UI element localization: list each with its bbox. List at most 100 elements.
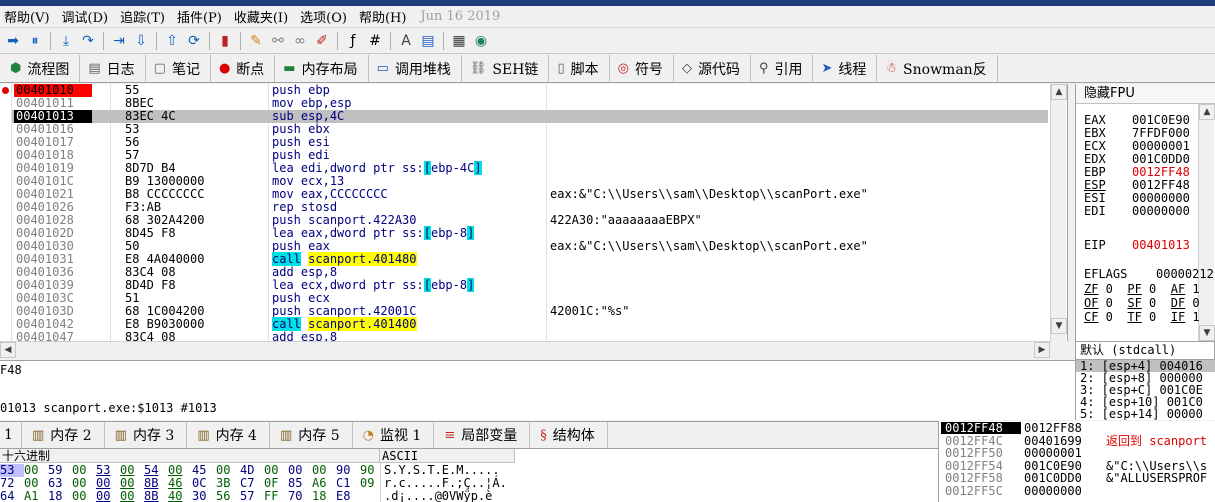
disasm-row[interactable]: 00401039 8D4D F8 lea ecx,dword ptr ss:[ebp…: [12, 278, 1048, 292]
menu-item[interactable]: 选项(O): [296, 7, 355, 26]
disasm-row[interactable]: 00401010 55 push ebp: [12, 84, 1048, 97]
notes-icon: ▢: [153, 61, 166, 76]
tab-label: 监视 1: [379, 428, 422, 444]
scroll-down-button[interactable]: ▼: [1199, 325, 1215, 341]
stack-row[interactable]: 0012FF50 00000001: [939, 447, 1215, 459]
step-out-icon[interactable]: ⇧: [161, 30, 183, 52]
disasm-vertical-scrollbar[interactable]: ▲ ▼: [1050, 84, 1067, 341]
run-down-icon[interactable]: ⇩: [130, 30, 152, 52]
trace-icon[interactable]: ▮: [214, 30, 236, 52]
scroll-left-button[interactable]: ◀: [0, 342, 16, 358]
tab-call-stack[interactable]: ▭ 调用堆栈: [368, 55, 462, 82]
dump-row[interactable]: 64 A1 18 00 00 00 8B 40 30 56 57 FF 70 18 E8 .d¡....@0V…: [0, 489, 492, 502]
tab-symbol[interactable]: ◎ 符号: [609, 55, 674, 82]
disassembly-view[interactable]: ▲ ▼ 00401010 55 push ebp 00401011 8BEC mov eb…: [0, 84, 1068, 341]
tab-source[interactable]: ◇ 源代码: [673, 55, 751, 82]
function-icon[interactable]: ƒ: [342, 30, 364, 52]
hex-dump-view[interactable]: 十六进制 ASCII 53 00 59 00 53 00 54 00 45 00 4D 00 00 00 9…: [0, 449, 938, 502]
scroll-down-button[interactable]: ▼: [1051, 318, 1067, 334]
registers-panel[interactable]: 隐藏FPU ▲ ▼ EAX 001C0E90 EBX 7FFDF000 ECX 00000…: [1075, 84, 1215, 341]
disasm-row[interactable]: 00401013 83EC 4C sub esp,4C: [12, 110, 1048, 123]
link-icon[interactable]: ∞: [289, 30, 311, 52]
tab-threads[interactable]: ➤ 线程: [813, 55, 878, 82]
hide-fpu-toggle[interactable]: 隐藏FPU: [1076, 84, 1215, 104]
disasm-horizontal-scrollbar[interactable]: ◀ ▶: [0, 341, 1050, 358]
scroll-up-button[interactable]: ▲: [1051, 84, 1067, 100]
hex-byte: 18: [312, 489, 327, 502]
run-arrow-icon[interactable]: ➡: [2, 30, 24, 52]
stack-comment: 返回到 scanport: [1106, 433, 1208, 448]
animate-icon[interactable]: ⟳: [183, 30, 205, 52]
tab-references[interactable]: ⚲ 引用: [750, 55, 814, 82]
menu-item[interactable]: 收藏夹(I): [230, 7, 296, 26]
disasm-row[interactable]: 00401021 B8 CCCCCCCC mov eax,CCCCCCCC eax:&…: [12, 188, 1048, 201]
tab-breakpoint[interactable]: ● 断点: [210, 55, 276, 82]
tab-memory-map[interactable]: ▬ 内存布局: [275, 55, 369, 82]
tab-notes[interactable]: ▢ 笔记: [145, 55, 211, 82]
stack-comment: &"C:\\Users\\s: [1106, 458, 1208, 473]
globe-icon[interactable]: ◉: [470, 30, 492, 52]
comment-cell: 422A30:"aaaaaaaaEBPX": [550, 213, 702, 227]
disasm-row[interactable]: 00401016 53 push ebx: [12, 123, 1048, 136]
pencil-icon[interactable]: ✎: [245, 30, 267, 52]
scroll-up-button[interactable]: ▲: [1199, 104, 1215, 120]
menu-item[interactable]: 帮助(H): [355, 7, 414, 26]
bookmark-icon[interactable]: ✐: [311, 30, 333, 52]
flag-name: OF: [1084, 296, 1099, 310]
flag-name: TF: [1127, 310, 1142, 324]
stack-row[interactable]: 0012FF48 0012FF88: [939, 422, 1215, 434]
stack-argument[interactable]: 5: [esp+14] 00000: [1076, 408, 1215, 420]
attach-icon[interactable]: ⚯: [267, 30, 289, 52]
calculator-icon[interactable]: ▦: [448, 30, 470, 52]
menu-item[interactable]: 插件(P): [173, 7, 230, 26]
font-icon[interactable]: A: [395, 30, 417, 52]
stack-row[interactable]: 0012FF54 001C0E90 &"C:\\Users\\s: [939, 460, 1215, 472]
register-eip[interactable]: EIP 00401013: [1084, 239, 1190, 252]
run-to-cursor-icon[interactable]: ⇥: [108, 30, 130, 52]
stack-row[interactable]: 0012FF5C 00000000: [939, 485, 1215, 497]
menu-item[interactable]: 调试(D): [58, 7, 117, 26]
tab-seh-chain[interactable]: ⛓ SEH链: [461, 55, 550, 82]
register-value: 00000001: [1132, 139, 1190, 153]
flags-row[interactable]: CF 0 TF 0 IF 1: [1084, 311, 1214, 324]
disasm-row[interactable]: 00401017 56 push esi: [12, 136, 1048, 149]
breakpoint-gutter[interactable]: [0, 84, 12, 341]
step-into-icon[interactable]: ⤓: [55, 30, 77, 52]
tab-局部变量[interactable]: ≡ 局部变量: [434, 422, 531, 448]
tab-flowchart[interactable]: ⬢ 流程图: [2, 55, 81, 82]
tab-监视-1[interactable]: ◔ 监视 1: [353, 422, 435, 448]
stack-view[interactable]: 0012FF48 0012FF88 0012FF4C 00401699 返回到 scan…: [938, 421, 1215, 502]
stack-row[interactable]: 0012FF4C 00401699 返回到 scanport: [939, 435, 1215, 447]
scroll-right-button[interactable]: ▶: [1034, 342, 1050, 358]
tab-log[interactable]: ▤ 日志: [80, 55, 146, 82]
step-over-icon[interactable]: ↷: [77, 30, 99, 52]
tab-结构体[interactable]: § 结构体: [530, 422, 608, 448]
stack-address: 0012FF50: [945, 446, 1003, 460]
disasm-row[interactable]: 0040102D 8D45 F8 lea eax,dword ptr ss:[ebp…: [12, 226, 1048, 240]
tab-label: 断点: [236, 61, 265, 78]
register-eflags[interactable]: EFLAGS 00000212: [1084, 268, 1214, 281]
tab-script[interactable]: ▯ 脚本: [549, 55, 610, 82]
tab-内存-4[interactable]: ▥ 内存 4: [187, 422, 270, 448]
tab-内存-3[interactable]: ▥ 内存 3: [105, 422, 188, 448]
flag-value: 0: [1098, 310, 1128, 324]
calling-convention-select[interactable]: 默认 (stdcall): [1075, 341, 1215, 360]
tab-snowman[interactable]: ☃ Snowman反: [877, 55, 998, 82]
flag-name: ZF: [1084, 282, 1099, 296]
tab-内存-5[interactable]: ▥ 内存 5: [270, 422, 353, 448]
tab-memory-1-truncated[interactable]: 1: [0, 422, 22, 448]
flags-row[interactable]: OF 0 SF 0 DF 0: [1084, 297, 1214, 310]
register-edi[interactable]: EDI 00000000: [1084, 205, 1190, 218]
menu-item[interactable]: 追踪(T): [116, 7, 173, 26]
disasm-row[interactable]: 00401047 83C4 08 add esp,8: [12, 331, 1048, 342]
tab-label: 笔记: [171, 61, 200, 78]
menu-item[interactable]: 帮助(V): [0, 7, 58, 26]
tab-label: 局部变量: [461, 428, 518, 444]
breakpoint-dot-icon[interactable]: [2, 87, 9, 94]
page-icon[interactable]: ▤: [417, 30, 439, 52]
flags-row[interactable]: ZF 0 PF 0 AF 1: [1084, 283, 1214, 296]
stack-row[interactable]: 0012FF58 001C0DD0 &"ALLUSERSPROF: [939, 472, 1215, 484]
hash-icon[interactable]: #: [364, 30, 386, 52]
pause-icon[interactable]: ⏸: [24, 30, 46, 52]
tab-内存-2[interactable]: ▥ 内存 2: [22, 422, 105, 448]
